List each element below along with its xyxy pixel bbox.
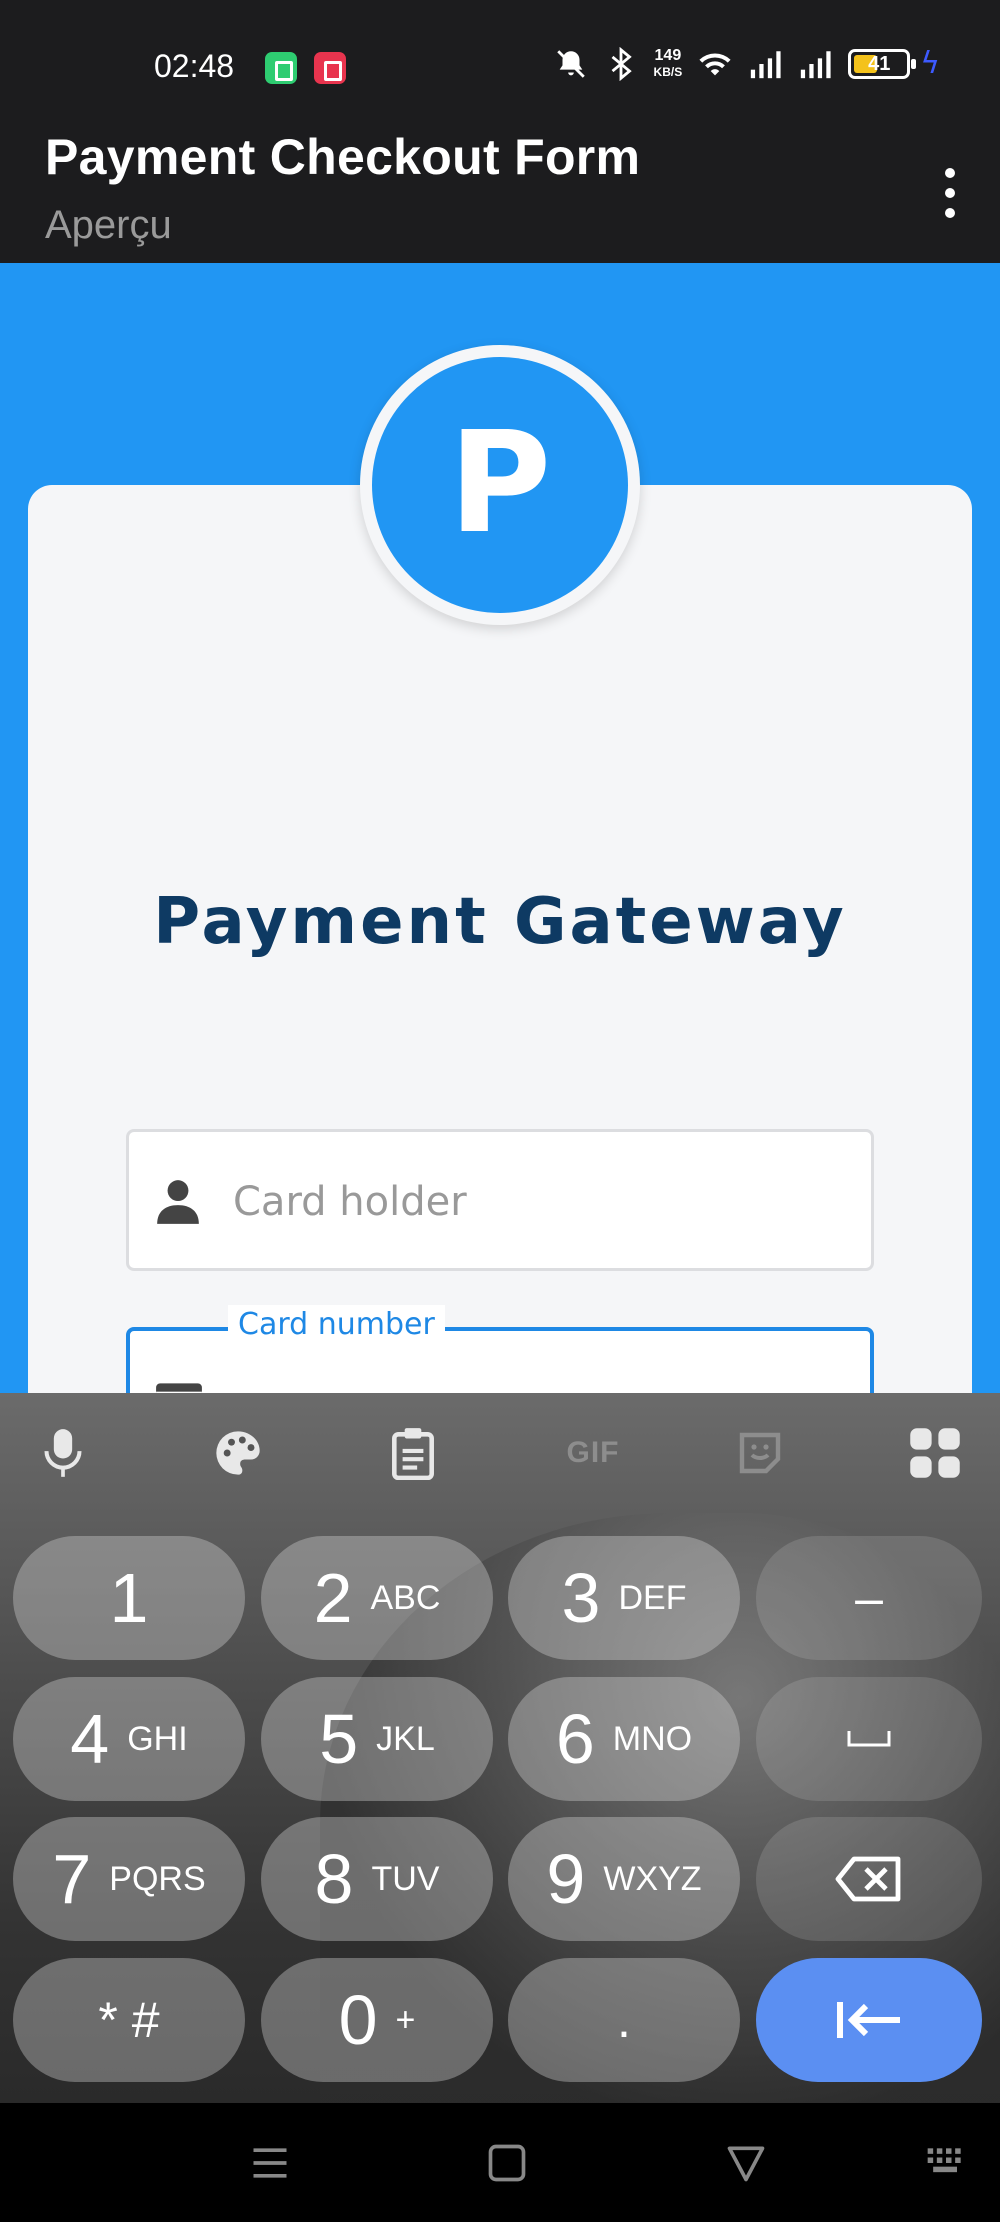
keyboard-toolbar: GIF [0,1393,1000,1513]
mute-icon [556,49,585,78]
key-letters: JKL [376,1719,435,1758]
clipboard-icon[interactable] [383,1423,443,1483]
card-number-label: Card number [228,1305,445,1345]
key-8[interactable]: 8 TUV [261,1817,493,1941]
recent-apps-icon[interactable] [248,2141,292,2185]
key-letters: + [395,2000,416,2039]
space-icon [847,1731,891,1747]
dot-symbol: . [617,1992,631,2048]
net-speed-unit: KB/S [653,64,683,79]
key-space[interactable] [756,1677,982,1801]
back-icon[interactable] [724,2141,768,2185]
key-star-hash[interactable]: * # [13,1958,245,2082]
key-letters: MNO [612,1719,693,1758]
key-6[interactable]: 6 MNO [508,1677,740,1801]
battery-saver-app-icon [265,52,297,84]
key-digit: 2 [313,1559,353,1637]
enter-button[interactable] [756,1958,982,2082]
key-letters: DEF [618,1578,687,1617]
key-digit: 8 [314,1840,354,1918]
key-digit: 4 [70,1700,110,1778]
card-title: Payment Gateway [153,885,847,959]
key-5[interactable]: 5 JKL [261,1677,493,1801]
wifi-icon [699,53,731,75]
status-icons: 149 KB/S 41 ϟ [554,46,940,81]
sticker-icon[interactable] [730,1423,790,1483]
numeric-keyboard: GIF 1 2 ABC 3 DEF – 4 GHI 5 JKL 6 MNO 7 … [0,1393,1000,2103]
logo-letter: P [448,401,552,565]
mic-icon[interactable] [33,1423,93,1483]
person-icon [157,1180,199,1224]
gif-button[interactable]: GIF [557,1423,629,1483]
key-digit: 3 [561,1559,601,1637]
key-9[interactable]: 9 WXYZ [508,1817,740,1941]
card-number-input[interactable] [234,1361,850,1393]
key-letters: GHI [127,1719,188,1758]
logo-circle: P [372,357,628,613]
backspace-icon [835,1856,901,1902]
gif-label: GIF [566,1436,620,1469]
key-7[interactable]: 7 PQRS [13,1817,245,1941]
signal-icon-sim1 [751,50,781,78]
dash-symbol: – [855,1570,883,1626]
signal-icon-sim2 [801,50,831,78]
battery-icon: 41 [848,48,917,79]
credit-card-icon [156,1383,202,1393]
net-speed: 149 KB/S [653,46,683,80]
key-4[interactable]: 4 GHI [13,1677,245,1801]
app-title: Payment Checkout Form [45,129,641,185]
key-letters: TUV [371,1859,440,1898]
key-digit: 7 [52,1840,92,1918]
key-digit: 1 [109,1559,149,1637]
apps-grid-icon[interactable] [905,1423,965,1483]
page-content: Payment Gateway Card number P [0,263,1000,1393]
key-letters: ABC [370,1578,441,1617]
net-speed-value: 149 [654,46,682,64]
home-icon[interactable] [485,2141,529,2185]
key-digit: 5 [319,1700,359,1778]
key-3[interactable]: 3 DEF [508,1536,740,1660]
key-letters: WXYZ [603,1859,702,1898]
system-nav-bar [0,2103,1000,2222]
status-bar: 02:48 149 KB/S 41 ϟ [0,0,1000,118]
card-holder-input[interactable] [233,1162,851,1242]
key-digit: 9 [546,1840,586,1918]
keyboard-switch-icon[interactable] [924,2141,968,2185]
logo: P [360,345,640,625]
key-dot[interactable]: . [508,1958,740,2082]
menu-dot-icon [945,208,955,218]
key-1[interactable]: 1 [13,1536,245,1660]
overflow-menu-button[interactable] [920,153,980,233]
backspace-button[interactable] [756,1817,982,1941]
app-bar: Payment Checkout Form Aperçu [0,118,1000,263]
screen-recorder-app-icon [314,52,346,84]
key-0[interactable]: 0 + [261,1958,493,2082]
card-number-field[interactable]: Card number [126,1305,874,1393]
key-2[interactable]: 2 ABC [261,1536,493,1660]
key-letters: PQRS [109,1859,206,1898]
battery-level: 41 [868,52,891,75]
bluetooth-icon [611,46,632,81]
charging-icon: ϟ [920,46,940,81]
menu-dot-icon [945,188,955,198]
app-subtitle: Aperçu [45,203,172,247]
menu-dot-icon [945,168,955,178]
star-hash-symbol: * # [98,1992,160,2048]
key-digit: 0 [338,1981,378,2059]
palette-icon[interactable] [208,1423,268,1483]
key-digit: 6 [555,1700,595,1778]
key-dash[interactable]: – [756,1536,982,1660]
tab-left-icon [837,2002,900,2038]
card-holder-field[interactable] [126,1129,874,1271]
status-time: 02:48 [154,48,235,84]
